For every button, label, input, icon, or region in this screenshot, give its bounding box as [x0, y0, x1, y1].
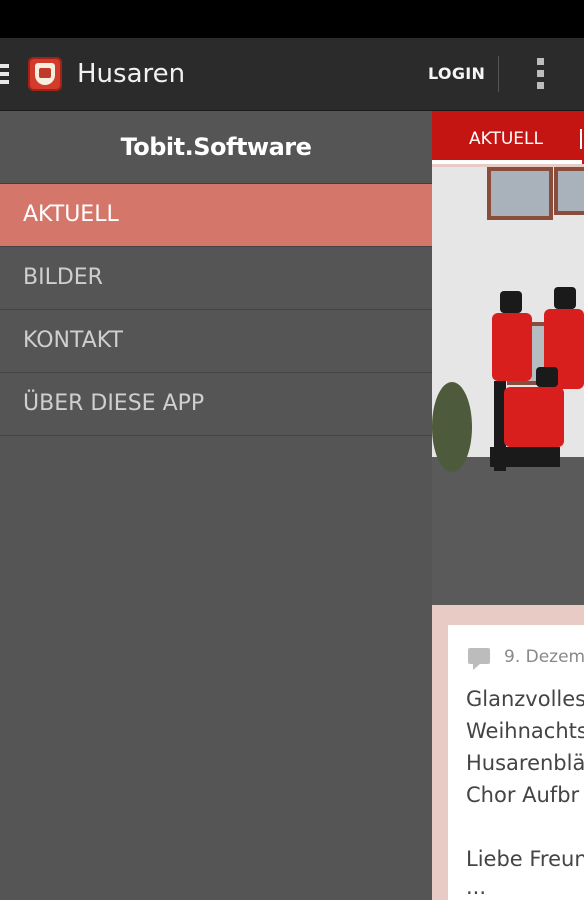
drawer-item-ueber-diese-app[interactable]: ÜBER DIESE APP [0, 373, 432, 436]
hamburger-icon[interactable] [0, 64, 10, 86]
post-title: Glanzvolles Weihnachts Husarenblä Chor A… [466, 683, 584, 811]
status-bar [0, 0, 584, 38]
action-bar-divider [498, 56, 499, 92]
tab-separator [580, 129, 582, 149]
drawer-item-kontakt[interactable]: KONTAKT [0, 310, 432, 373]
tab-aktuell[interactable]: AKTUELL [469, 129, 543, 149]
tab-indicator [432, 160, 582, 164]
drawer-header: Tobit.Software [0, 111, 432, 184]
action-bar: Husaren LOGIN [0, 38, 584, 111]
post-title-line: Husarenblä [466, 751, 584, 775]
main-content: AKTUELL 9. Dezem Glanzvolles Weihnachts … [432, 111, 584, 900]
post-body: Liebe Freun [466, 847, 584, 871]
post-photo[interactable] [432, 167, 584, 605]
more-vertical-icon[interactable] [537, 58, 545, 92]
post-title-line: Glanzvolles [466, 687, 584, 711]
post-title-line: Weihnachts [466, 719, 584, 743]
post-title-line: Chor Aufbr [466, 783, 580, 807]
tobit-software-logo: Tobit.Software [120, 133, 312, 161]
husaren-crest-icon[interactable] [28, 57, 62, 91]
tab-bar: AKTUELL [432, 111, 584, 164]
login-button[interactable]: LOGIN [428, 64, 485, 83]
news-card[interactable]: 9. Dezem Glanzvolles Weihnachts Husarenb… [448, 625, 584, 900]
navigation-drawer: Tobit.Software AKTUELL BILDER KONTAKT ÜB… [0, 111, 432, 900]
app-title: Husaren [77, 59, 186, 89]
post-date: 9. Dezem [504, 647, 584, 667]
comment-icon [468, 648, 490, 670]
drawer-item-bilder[interactable]: BILDER [0, 247, 432, 310]
drawer-item-aktuell[interactable]: AKTUELL [0, 184, 432, 247]
post-ellipsis: ... [466, 875, 487, 899]
